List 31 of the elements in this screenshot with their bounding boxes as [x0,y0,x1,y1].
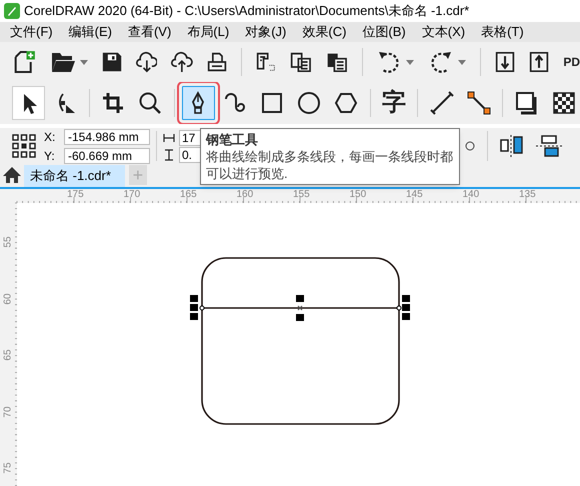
menu-item[interactable]: 文本(X) [422,22,466,42]
menu-item[interactable]: 编辑(E) [68,22,112,42]
y-label: Y: [44,148,56,164]
ruler-label: 165 [180,189,197,201]
menu-item[interactable]: 表格(T) [481,22,524,42]
ruler-label: 140 [462,189,480,201]
window-title: CorelDRAW 2020 (64-Bit) - C:\Users\Administrator\Documents\未命名 -1.cdr* [24,2,470,20]
ruler-label: 145 [406,189,423,201]
ruler-label: 150 [350,189,366,201]
menu-item[interactable]: 位图(B) [362,22,406,42]
ruler-label: 155 [293,189,310,201]
y-position-field[interactable]: -60.669 mm [64,148,150,164]
ruler-label: 65 [2,349,15,361]
ruler-label: 175 [67,189,84,201]
pdf-button[interactable]: PD [563,56,580,68]
ruler-label: 160 [236,189,254,201]
menu-item[interactable]: 效果(C) [302,22,346,42]
ruler-label: 55 [2,236,15,248]
ruler-label: 75 [2,462,15,474]
x-label: X: [44,128,56,146]
menu-item[interactable]: 文件(F) [10,22,53,42]
menu-item[interactable]: 布局(L) [187,22,230,42]
ruler-label: 170 [124,189,140,201]
document-tab[interactable]: 未命名 -1.cdr* [24,165,125,187]
text-tool[interactable]: 字 [377,86,410,120]
ruler-label: 70 [2,406,15,418]
ruler-label: 60 [2,292,15,304]
menu-item[interactable]: 查看(V) [128,22,172,42]
menu-item[interactable]: 对象(J) [245,22,286,42]
ruler-label: 135 [519,189,536,201]
x-position-field[interactable]: -154.986 mm [64,128,150,144]
